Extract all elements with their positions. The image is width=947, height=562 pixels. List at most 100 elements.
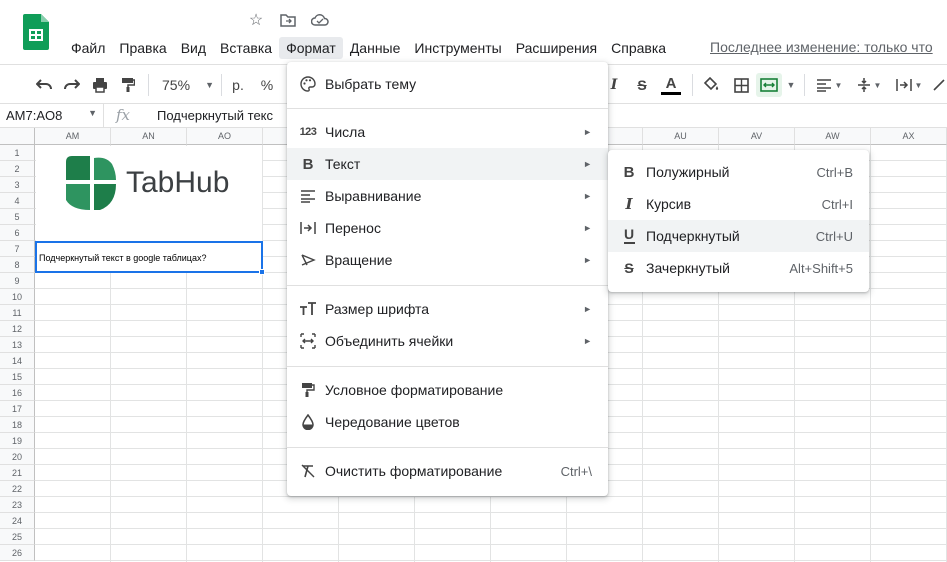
- italic-icon[interactable]: I: [606, 73, 622, 97]
- row-header[interactable]: 17: [0, 401, 35, 417]
- row-header[interactable]: 16: [0, 385, 35, 401]
- strikethrough-icon[interactable]: S: [632, 73, 652, 97]
- toolbar-divider: [692, 74, 693, 96]
- row-header[interactable]: 8: [0, 257, 35, 273]
- column-header[interactable]: AM: [35, 128, 111, 145]
- text-color-icon[interactable]: A: [660, 73, 682, 97]
- selected-merged-cell[interactable]: Подчеркнутый текст в google таблицах?: [35, 241, 263, 273]
- menu-5[interactable]: Формат: [279, 37, 343, 59]
- format-menu-item[interactable]: Очистить форматирование Ctrl+\: [287, 455, 608, 487]
- menu-item-label: Условное форматирование: [325, 382, 504, 398]
- column-header[interactable]: AN: [111, 128, 187, 145]
- fill-color-icon[interactable]: [700, 73, 722, 97]
- menu-item-label: Очистить форматирование: [325, 463, 503, 479]
- format-menu-item[interactable]: B Текст ►: [287, 148, 608, 180]
- row-header[interactable]: 24: [0, 513, 35, 529]
- row-header[interactable]: 22: [0, 481, 35, 497]
- row-header[interactable]: 19: [0, 433, 35, 449]
- menu-1[interactable]: Файл: [64, 37, 112, 59]
- row-header[interactable]: 25: [0, 529, 35, 545]
- row-header[interactable]: 9: [0, 273, 35, 289]
- fill-handle[interactable]: [259, 269, 265, 275]
- row-header[interactable]: 10: [0, 289, 35, 305]
- shortcut-hint: Ctrl+I: [821, 196, 853, 212]
- print-icon[interactable]: [89, 73, 111, 97]
- paint-format-icon[interactable]: [117, 73, 139, 97]
- last-edit-link[interactable]: Последнее изменение: только что: [710, 39, 933, 55]
- row-header[interactable]: 6: [0, 225, 35, 241]
- column-header[interactable]: AX: [871, 128, 947, 145]
- row-header[interactable]: 3: [0, 177, 35, 193]
- undo-icon[interactable]: [33, 73, 55, 97]
- text-submenu-item[interactable]: I Курсив Ctrl+I: [608, 188, 869, 220]
- borders-icon[interactable]: [730, 73, 752, 97]
- menu-6[interactable]: Данные: [343, 37, 408, 59]
- menu-item-label: Зачеркнутый: [646, 260, 730, 276]
- menu-2[interactable]: Правка: [112, 37, 173, 59]
- menu-divider: [287, 285, 608, 286]
- format-menu-item[interactable]: Условное форматирование: [287, 374, 608, 406]
- format-menu-item[interactable]: Выбрать тему: [287, 68, 608, 100]
- name-box[interactable]: AM7:AO8 ▼: [0, 104, 104, 127]
- shortcut-hint: Ctrl+U: [815, 228, 853, 244]
- row-header[interactable]: 2: [0, 161, 35, 177]
- menu-7[interactable]: Инструменты: [407, 37, 508, 59]
- currency-format-button[interactable]: р.: [228, 73, 248, 97]
- format-menu-item[interactable]: Объединить ячейки ►: [287, 325, 608, 357]
- row-header[interactable]: 4: [0, 193, 35, 209]
- column-header[interactable]: AU: [643, 128, 719, 145]
- move-to-folder-icon[interactable]: [278, 10, 298, 30]
- text-rotation-icon[interactable]: [930, 73, 947, 97]
- menu-item-label: Выравнивание: [325, 188, 422, 204]
- row-header[interactable]: 11: [0, 305, 35, 321]
- vertical-align-icon[interactable]: ▼: [852, 73, 886, 97]
- row-header[interactable]: 21: [0, 465, 35, 481]
- row-header[interactable]: 23: [0, 497, 35, 513]
- percent-format-button[interactable]: %: [257, 73, 277, 97]
- format-menu-item[interactable]: Чередование цветов: [287, 406, 608, 438]
- row-header[interactable]: 12: [0, 321, 35, 337]
- menu-item-label: Подчеркнутый: [646, 228, 740, 244]
- merge-cells-icon[interactable]: [756, 73, 782, 97]
- format-menu-item[interactable]: Размер шрифта ►: [287, 293, 608, 325]
- column-header[interactable]: AV: [719, 128, 795, 145]
- row-header[interactable]: 13: [0, 337, 35, 353]
- submenu-arrow-icon: ►: [583, 159, 592, 169]
- redo-icon[interactable]: [61, 73, 83, 97]
- column-header[interactable]: AW: [795, 128, 871, 145]
- horizontal-align-icon[interactable]: ▼: [812, 73, 846, 97]
- menu-4[interactable]: Вставка: [213, 37, 279, 59]
- cloud-status-icon[interactable]: [310, 10, 330, 30]
- menu-item-label: Размер шрифта: [325, 301, 430, 317]
- row-header[interactable]: 26: [0, 545, 35, 561]
- sheets-logo-icon[interactable]: [23, 14, 49, 50]
- zoom-select[interactable]: 75% ▼: [158, 73, 214, 97]
- text-submenu-item[interactable]: B Полужирный Ctrl+B: [608, 156, 869, 188]
- menu-9[interactable]: Справка: [604, 37, 673, 59]
- format-menu-item[interactable]: Вращение ►: [287, 244, 608, 276]
- chevron-down-icon[interactable]: ▼: [784, 73, 798, 97]
- menu-8[interactable]: Расширения: [509, 37, 604, 59]
- row-header[interactable]: 7: [0, 241, 35, 257]
- row-header[interactable]: 14: [0, 353, 35, 369]
- column-header[interactable]: AO: [187, 128, 263, 145]
- format-menu-item[interactable]: Перенос ►: [287, 212, 608, 244]
- row-header[interactable]: 1: [0, 145, 35, 161]
- shortcut-hint: Ctrl+B: [816, 164, 853, 180]
- star-icon[interactable]: ☆: [246, 10, 266, 30]
- underline-icon: U: [623, 226, 635, 244]
- text-submenu-item[interactable]: S Зачеркнутый Alt+Shift+5: [608, 252, 869, 284]
- format-menu-item[interactable]: 123 Числа ►: [287, 116, 608, 148]
- text-submenu-item[interactable]: U Подчеркнутый Ctrl+U: [608, 220, 869, 252]
- row-header[interactable]: 18: [0, 417, 35, 433]
- row-header[interactable]: 20: [0, 449, 35, 465]
- formula-input[interactable]: Подчеркнутый текс: [157, 108, 273, 123]
- row-header[interactable]: 15: [0, 369, 35, 385]
- merge-icon: [299, 332, 317, 350]
- select-all-corner[interactable]: [0, 128, 35, 145]
- row-header[interactable]: 5: [0, 209, 35, 225]
- format-menu-item[interactable]: Выравнивание ►: [287, 180, 608, 212]
- menu-3[interactable]: Вид: [174, 37, 213, 59]
- text-wrap-icon[interactable]: ▼: [892, 73, 926, 97]
- menu-item-label: Чередование цветов: [325, 414, 460, 430]
